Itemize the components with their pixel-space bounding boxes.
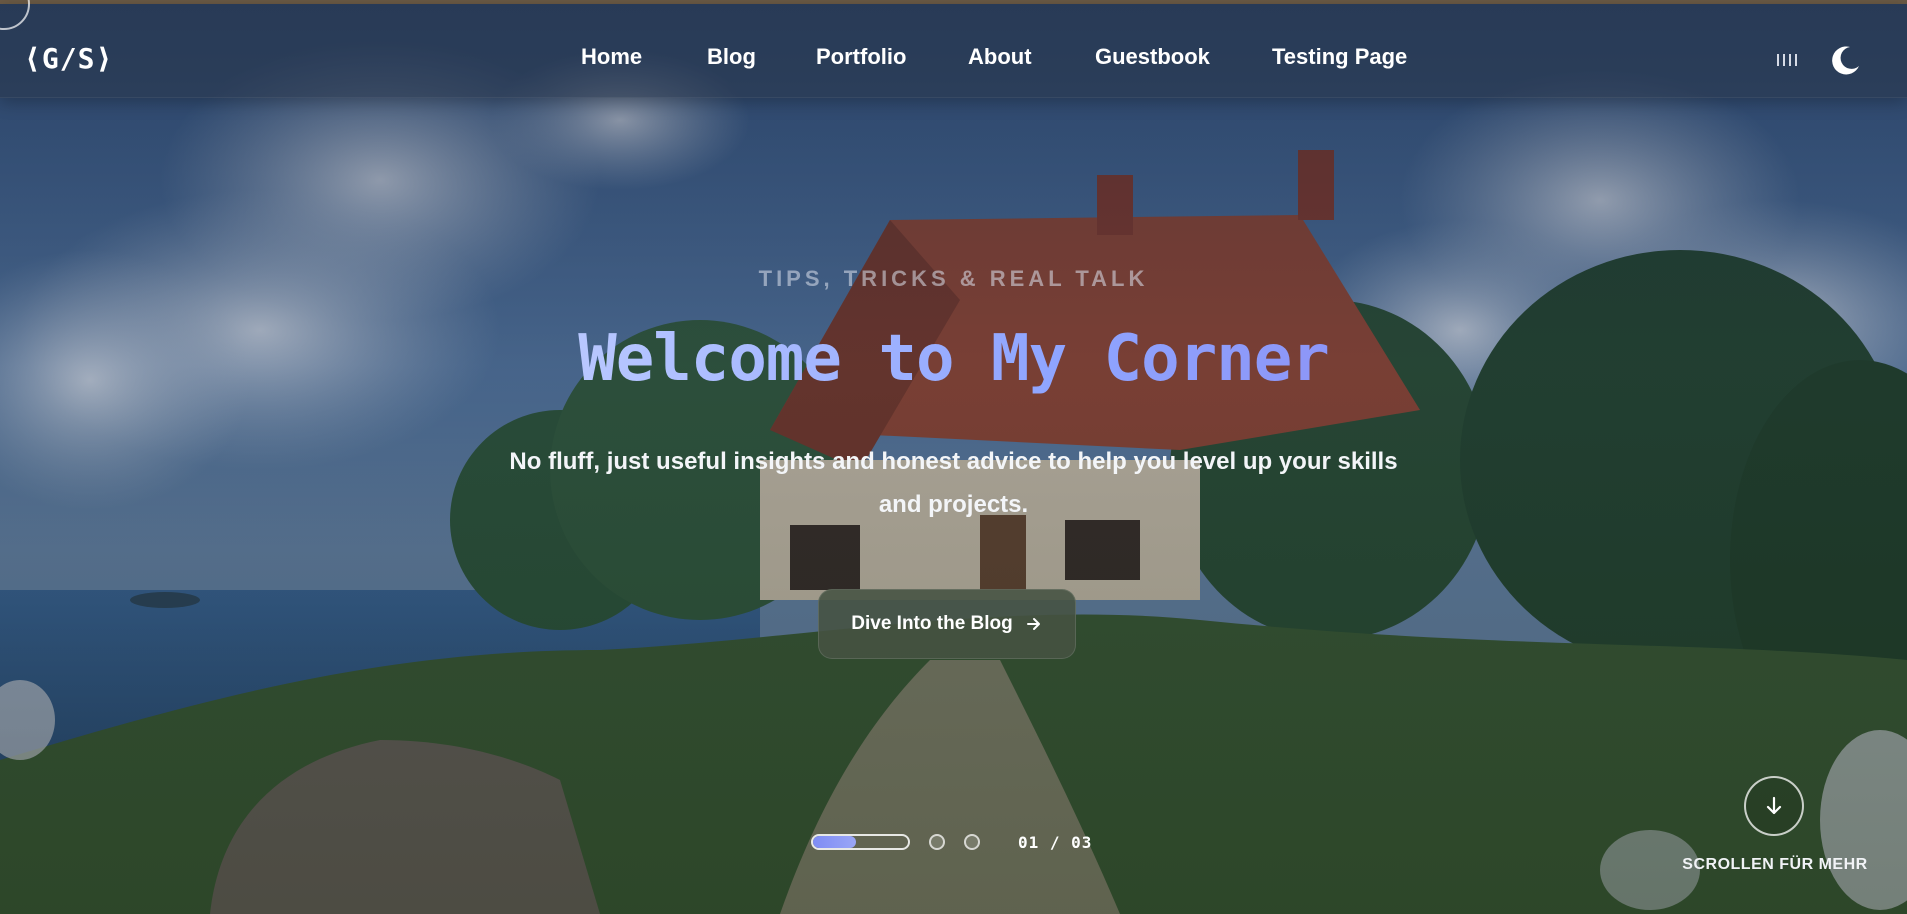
dive-into-blog-button[interactable]: Dive Into the Blog xyxy=(818,589,1076,659)
slide-counter: 01 / 03 xyxy=(1018,833,1093,852)
nav-link-testing-page[interactable]: Testing Page xyxy=(1272,44,1407,70)
slide-progress-fill xyxy=(813,836,856,848)
slide-dot-3[interactable] xyxy=(964,834,980,850)
main-nav: Home Blog Portfolio About Guestbook Test… xyxy=(0,44,1907,74)
nav-link-blog[interactable]: Blog xyxy=(707,44,756,70)
scroll-label: SCROLLEN FÜR MEHR xyxy=(1682,856,1868,873)
arrow-right-icon xyxy=(1026,618,1040,630)
scroll-down-button[interactable] xyxy=(1744,776,1804,836)
cta-label: Dive Into the Blog xyxy=(851,613,1013,634)
slide-dot-2[interactable] xyxy=(929,834,945,850)
corner-circle-icon[interactable] xyxy=(0,0,30,30)
nav-link-portfolio[interactable]: Portfolio xyxy=(816,44,906,70)
navbar: ⟨G/S⟩ Home Blog Portfolio About Guestboo… xyxy=(0,0,1907,98)
hero-title: Welcome to My Corner xyxy=(0,322,1907,396)
arrow-down-icon xyxy=(1766,796,1782,815)
vertical-bars-icon[interactable] xyxy=(1777,54,1799,68)
nav-link-about[interactable]: About xyxy=(968,44,1032,70)
hero-subtitle: No fluff, just useful insights and hones… xyxy=(509,448,1398,518)
hero-eyebrow: TIPS, TRICKS & REAL TALK xyxy=(758,266,1149,291)
nav-link-guestbook[interactable]: Guestbook xyxy=(1095,44,1210,70)
nav-link-home[interactable]: Home xyxy=(581,44,642,70)
slide-progress-bar[interactable] xyxy=(811,834,910,850)
moon-icon[interactable] xyxy=(1828,44,1862,78)
